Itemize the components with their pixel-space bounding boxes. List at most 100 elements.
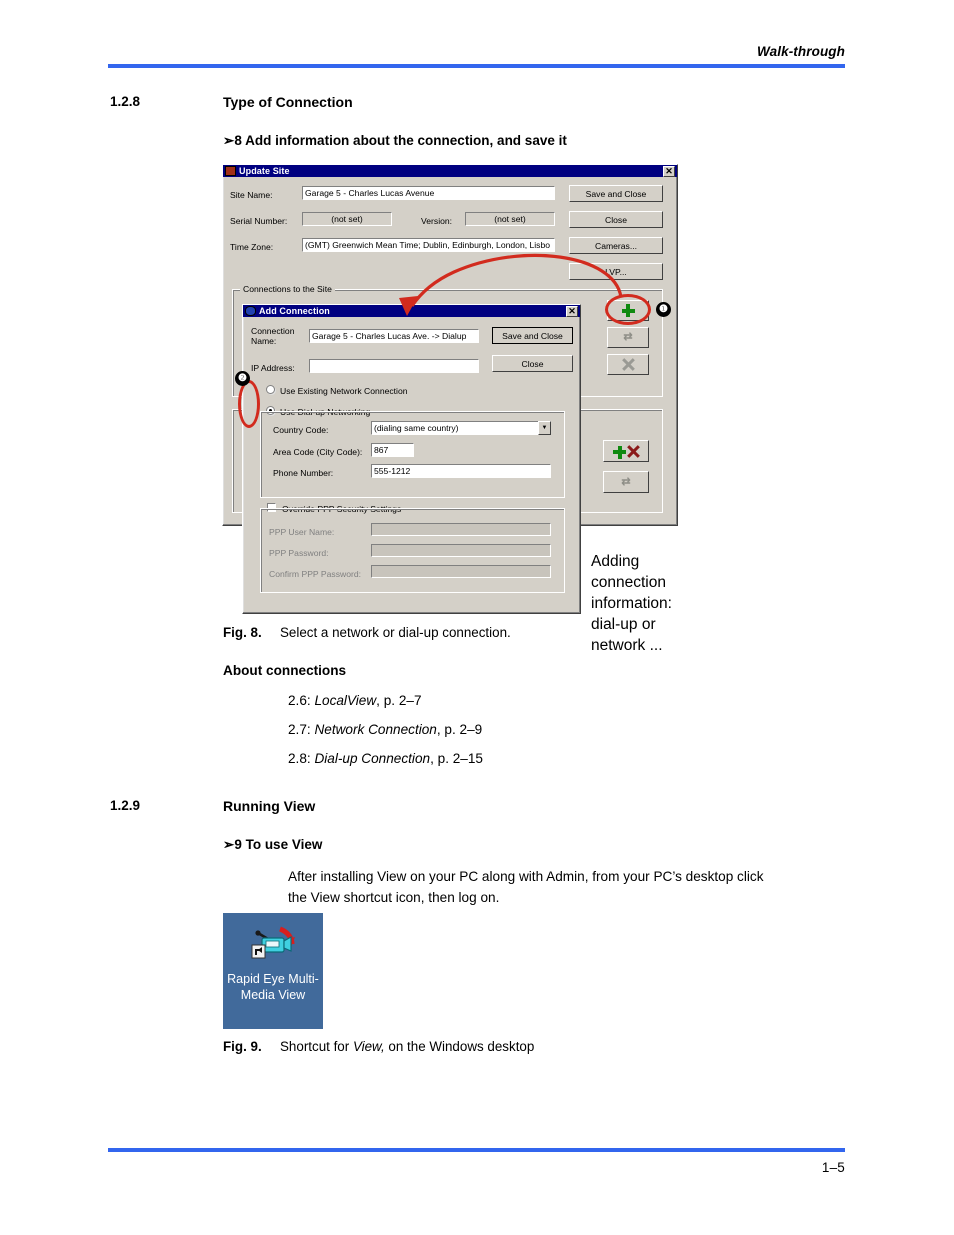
callout-2-marker: ❷ xyxy=(235,371,250,386)
time-zone-input[interactable]: (GMT) Greenwich Mean Time; Dublin, Edinb… xyxy=(302,238,555,252)
country-code-select[interactable]: (dialing same country) ▼ xyxy=(371,421,551,435)
connection-name-label-line2: Name: xyxy=(251,336,277,346)
shortcut-label: Rapid Eye Multi-Media View xyxy=(227,972,319,1002)
running-head: Walk-through xyxy=(757,44,845,59)
x-icon xyxy=(627,445,639,457)
section-number-129: 1.2.9 xyxy=(110,798,141,813)
figure-9-caption-italic: View, xyxy=(352,1039,385,1054)
ppp-user-name-label: PPP User Name: xyxy=(269,527,335,537)
figure-8-caption: Fig. 8. Select a network or dial-up conne… xyxy=(223,625,511,640)
xref-title: Dial-up Connection xyxy=(314,751,431,766)
delete-connection-icon-button[interactable] xyxy=(607,354,649,375)
procedure-label-9: 9 To use View xyxy=(234,837,323,852)
header-rule xyxy=(108,64,845,68)
xref-title: Network Connection xyxy=(314,722,437,737)
update-site-close-button[interactable]: Close xyxy=(569,211,663,228)
figure-9-desktop-shortcut: Rapid Eye Multi-Media View xyxy=(223,913,323,1029)
xref-item-26: 2.6: LocalView, p. 2–7 xyxy=(288,693,422,708)
section-title-128: Type of Connection xyxy=(223,94,353,110)
update-site-app-icon xyxy=(225,166,236,176)
site-name-label: Site Name: xyxy=(230,190,273,200)
ip-address-input[interactable] xyxy=(309,359,479,373)
version-value: (not set) xyxy=(465,212,555,226)
phone-number-input[interactable]: 555-1212 xyxy=(371,464,551,478)
ppp-user-name-input[interactable] xyxy=(371,523,551,536)
page-footer: 1–5 xyxy=(108,1148,845,1175)
rapid-eye-camera-icon xyxy=(251,926,295,959)
add-delete-icon-button[interactable] xyxy=(603,440,649,462)
add-connection-window: Add Connection ✕ Connection Name: IP Add… xyxy=(242,304,581,614)
phone-number-label: Phone Number: xyxy=(273,468,334,478)
running-view-body-line2: the View shortcut icon, then log on. xyxy=(288,890,500,905)
procedure-marker-icon: ➢ xyxy=(223,837,235,852)
section-number-128: 1.2.8 xyxy=(110,94,141,109)
plus-icon xyxy=(613,445,626,459)
refresh-icon: ⇄ xyxy=(621,475,631,488)
update-site-title: Update Site xyxy=(239,166,290,176)
running-view-body-line1: After installing View on your PC along w… xyxy=(288,869,764,884)
x-icon xyxy=(622,358,635,371)
update-site-close-icon[interactable]: ✕ xyxy=(663,165,675,177)
connection-name-input[interactable]: Garage 5 - Charles Lucas Ave. -> Dialup xyxy=(309,329,479,343)
refresh-icon: ⇄ xyxy=(623,331,633,343)
ip-address-label: IP Address: xyxy=(251,363,295,373)
update-site-titlebar: Update Site ✕ xyxy=(223,165,677,177)
procedure-marker-icon: ➢ xyxy=(223,133,235,148)
add-connection-close-button[interactable]: Close xyxy=(492,355,573,372)
xref-item-27: 2.7: Network Connection, p. 2–9 xyxy=(288,722,482,737)
xref-page: , p. 2–7 xyxy=(376,693,422,708)
connection-name-label-line1: Connection xyxy=(251,326,295,336)
figure-9-caption: Fig. 9. Shortcut for View, on the Windows… xyxy=(223,1039,534,1054)
add-connection-titlebar: Add Connection ✕ xyxy=(243,305,580,317)
refresh-connection-icon-button[interactable]: ⇄ xyxy=(607,327,649,348)
area-code-input[interactable]: 867 xyxy=(371,443,414,457)
page-header: Walk-through xyxy=(108,44,845,68)
callout-2-red-circle xyxy=(238,380,260,428)
add-connection-app-icon xyxy=(245,306,256,316)
serial-number-label: Serial Number: xyxy=(230,216,288,226)
add-connection-close-icon[interactable]: ✕ xyxy=(566,305,578,317)
chevron-down-icon[interactable]: ▼ xyxy=(538,421,551,435)
area-code-label: Area Code (City Code): xyxy=(273,447,363,457)
version-label: Version: xyxy=(421,216,453,226)
xref-num: 2.6: xyxy=(288,693,315,708)
confirm-ppp-password-label: Confirm PPP Password: xyxy=(269,569,362,579)
procedure-heading-8: ➢8 Add information about the connection,… xyxy=(223,133,567,149)
xref-page: , p. 2–9 xyxy=(436,722,483,737)
update-site-save-and-close-button[interactable]: Save and Close xyxy=(569,185,663,202)
figure-8-caption-text: Select a network or dial-up connection. xyxy=(280,625,511,640)
xref-title: LocalView xyxy=(314,693,377,708)
add-connection-title: Add Connection xyxy=(259,306,330,316)
lvp-button[interactable]: LVP... xyxy=(569,263,663,280)
callout-1-marker: ❶ xyxy=(656,302,671,317)
ppp-password-label: PPP Password: xyxy=(269,548,329,558)
xref-num: 2.8: xyxy=(288,751,315,766)
use-existing-network-radio[interactable] xyxy=(266,385,275,394)
figure-9-caption-label: Fig. 9. xyxy=(223,1039,262,1054)
add-connection-save-and-close-button[interactable]: Save and Close xyxy=(492,327,573,344)
handwritten-note: Adding connection information: dial-up o… xyxy=(591,553,672,654)
xref-num: 2.7: xyxy=(288,722,315,737)
procedure-label-8: 8 Add information about the connection, … xyxy=(234,133,567,148)
procedure-heading-9: ➢9 To use View xyxy=(223,837,322,853)
section-title-129: Running View xyxy=(223,798,316,814)
refresh-icon-button[interactable]: ⇄ xyxy=(603,471,649,493)
running-view-body: After installing View on your PC along w… xyxy=(288,866,844,908)
figure-8-screenshot: Update Site ✕ Site Name: Serial Number: … xyxy=(222,164,678,654)
confirm-ppp-password-input[interactable] xyxy=(371,565,551,578)
site-name-input[interactable]: Garage 5 - Charles Lucas Avenue xyxy=(302,186,555,200)
figure-8-caption-label: Fig. 8. xyxy=(223,625,262,640)
connections-group-label: Connections to the Site xyxy=(240,284,335,295)
page-number: 1–5 xyxy=(821,1160,845,1175)
cameras-button[interactable]: Cameras... xyxy=(569,237,663,254)
figure-9-caption-before: Shortcut for xyxy=(280,1039,353,1054)
use-existing-network-label: Use Existing Network Connection xyxy=(280,386,408,396)
time-zone-label: Time Zone: xyxy=(230,242,274,252)
country-code-value: (dialing same country) xyxy=(371,421,538,435)
xref-page: , p. 2–15 xyxy=(430,751,483,766)
callout-1-red-circle xyxy=(605,294,651,325)
about-connections-heading: About connections xyxy=(223,663,347,678)
figure-9-caption-after: on the Windows desktop xyxy=(384,1039,535,1054)
xref-item-28: 2.8: Dial-up Connection, p. 2–15 xyxy=(288,751,483,766)
ppp-password-input[interactable] xyxy=(371,544,551,557)
